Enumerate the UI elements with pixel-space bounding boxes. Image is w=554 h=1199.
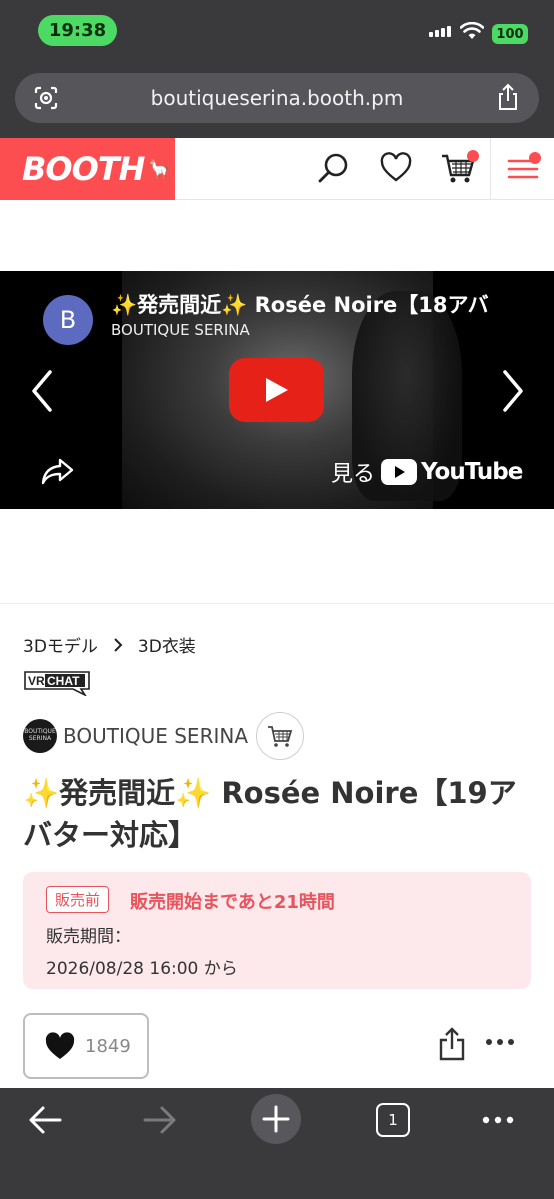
breadcrumb-category[interactable]: 3Dモデル	[23, 632, 98, 657]
product-title: ✨発売間近✨ Rosée Noire【19アバター対応】	[23, 776, 517, 852]
new-tab-button[interactable]	[251, 1094, 301, 1144]
forward-arrow-icon[interactable]	[143, 1105, 177, 1135]
video-channel-name[interactable]: BOUTIQUE SERINA	[111, 321, 250, 339]
shop-name[interactable]: BOUTIQUE SERINA	[63, 724, 248, 748]
forward-arrow-icon[interactable]	[40, 456, 74, 486]
plus-icon	[262, 1105, 290, 1133]
search-icon[interactable]	[316, 150, 352, 186]
booth-logo-text: BOOTH	[22, 150, 145, 188]
url-text[interactable]: boutiqueserina.booth.pm	[15, 86, 539, 110]
youtube-logo: YouTube	[381, 459, 523, 485]
browser-top-chrome: 19:38 100 boutiqueserina.booth.pm	[0, 0, 554, 138]
watch-on-youtube[interactable]: 見る YouTube	[331, 456, 523, 488]
share-icon[interactable]	[437, 1027, 467, 1061]
svg-text:CHAT: CHAT	[47, 674, 80, 688]
ellipsis-icon[interactable]	[485, 1034, 515, 1050]
site-header: BOOTH 🦙	[0, 138, 554, 200]
status-time: 19:38	[38, 15, 117, 46]
shop-row[interactable]: BOUTIQUE SERINA BOUTIQUE SERINA	[23, 712, 305, 760]
video-title[interactable]: ✨発売間近✨ Rosée Noire【18アバ	[111, 289, 554, 319]
like-count: 1849	[85, 1035, 131, 1057]
vrchat-badge[interactable]: VR CHAT	[23, 670, 91, 696]
menu-badge	[529, 152, 541, 164]
booth-logo[interactable]: BOOTH 🦙	[0, 138, 175, 200]
chevron-left-icon[interactable]	[28, 368, 58, 414]
shop-cart-button[interactable]	[256, 712, 305, 760]
sale-period-value: 2026/08/28 16:00 から	[46, 959, 238, 979]
play-icon	[266, 378, 288, 402]
llama-icon: 🦙	[148, 158, 170, 180]
cart-badge	[467, 150, 479, 162]
cellular-signal-icon	[429, 26, 451, 37]
divider	[0, 603, 554, 604]
channel-avatar[interactable]: B	[43, 295, 93, 345]
shop-avatar[interactable]: BOUTIQUE SERINA	[23, 719, 57, 753]
share-icon[interactable]	[495, 83, 521, 111]
like-button[interactable]: 1849	[23, 1013, 149, 1079]
back-arrow-icon[interactable]	[28, 1105, 62, 1135]
sale-period-label: 販売期間：	[46, 927, 131, 947]
battery-indicator: 100	[492, 24, 528, 44]
divider	[490, 138, 491, 200]
sale-countdown: 販売開始まであと21時間	[130, 892, 335, 913]
sale-info-box: 販売前 販売開始まであと21時間 販売期間： 2026/08/28 16:00 …	[23, 872, 531, 989]
chevron-right-icon[interactable]	[497, 368, 527, 414]
presale-tag: 販売前	[46, 886, 110, 913]
status-bar: 19:38 100	[0, 0, 554, 60]
breadcrumb: 3Dモデル 3D衣装	[23, 632, 196, 657]
youtube-label: YouTube	[421, 459, 523, 485]
chevron-right-icon	[114, 637, 123, 652]
heart-icon[interactable]	[378, 150, 414, 186]
watch-on-label: 見る	[331, 462, 376, 487]
svg-text:VR: VR	[28, 674, 45, 688]
browser-bottom-bar: 1	[0, 1088, 554, 1199]
ellipsis-icon[interactable]	[482, 1114, 514, 1126]
heart-icon	[45, 1032, 75, 1059]
breadcrumb-subcategory[interactable]: 3D衣装	[138, 632, 196, 657]
play-button[interactable]	[229, 358, 324, 422]
youtube-icon	[381, 459, 418, 485]
cart-icon	[268, 726, 293, 747]
address-bar[interactable]: boutiqueserina.booth.pm	[15, 73, 539, 123]
wifi-icon	[460, 22, 484, 39]
tab-switcher-button[interactable]: 1	[376, 1103, 410, 1137]
